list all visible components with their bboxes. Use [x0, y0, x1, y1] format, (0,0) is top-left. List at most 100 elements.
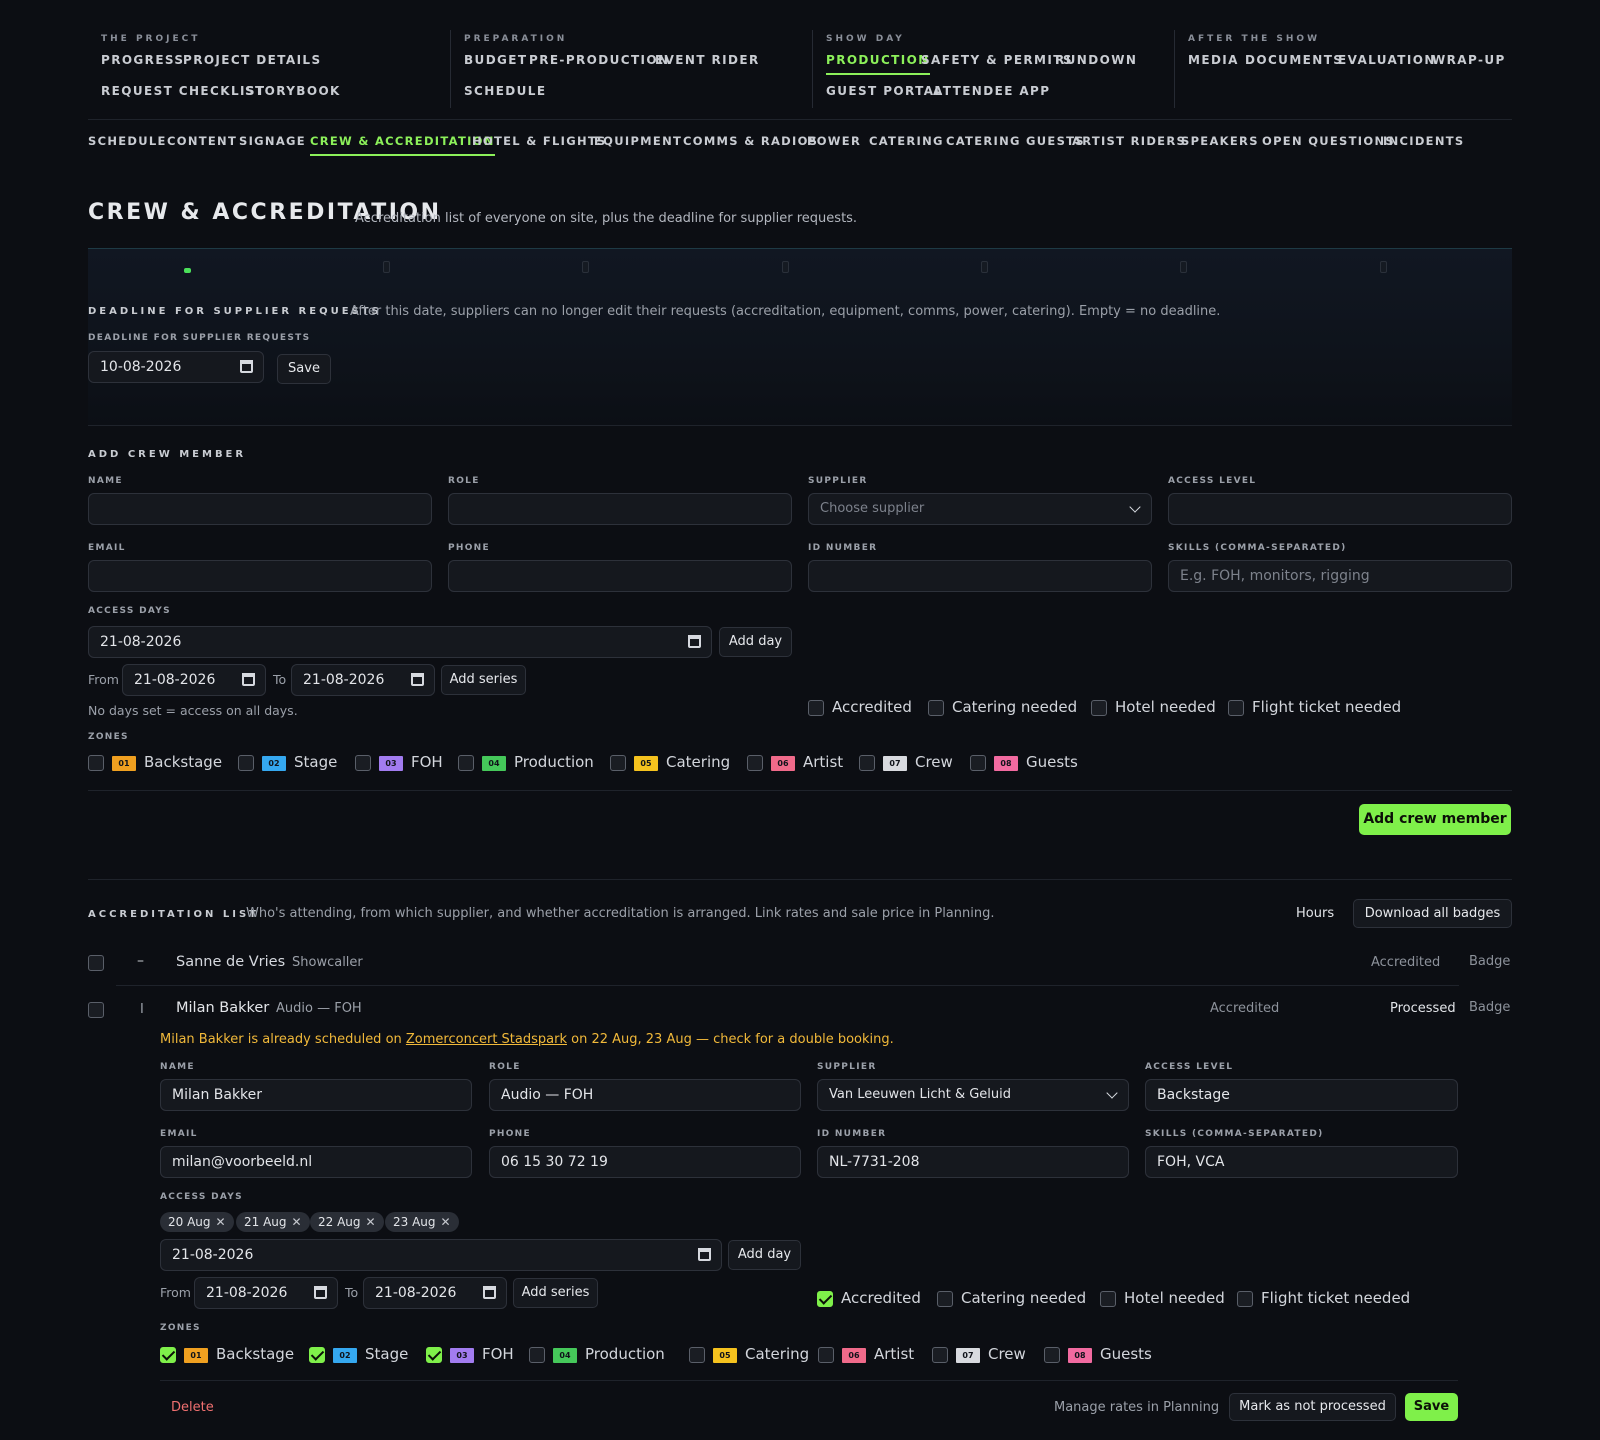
- zone-checkbox-artist[interactable]: [818, 1347, 834, 1363]
- zone-checkbox-backstage[interactable]: [88, 755, 104, 771]
- nav-evaluation[interactable]: EVALUATION: [1338, 53, 1436, 67]
- calendar-icon[interactable]: [314, 1286, 327, 1299]
- zone-checkbox-artist[interactable]: [747, 755, 763, 771]
- zone-checkbox-crew[interactable]: [859, 755, 875, 771]
- remove-icon[interactable]: ✕: [366, 1215, 376, 1229]
- calendar-icon[interactable]: [411, 673, 424, 686]
- calendar-icon[interactable]: [242, 673, 255, 686]
- remove-icon[interactable]: ✕: [216, 1215, 226, 1229]
- edit-hotel-needed-checkbox[interactable]: [1100, 1291, 1116, 1307]
- remove-icon[interactable]: ✕: [292, 1215, 302, 1229]
- edit-supplier-select[interactable]: Van Leeuwen Licht & Geluid: [817, 1079, 1129, 1111]
- add-day-button[interactable]: Add day: [719, 627, 792, 657]
- calendar-icon[interactable]: [483, 1286, 496, 1299]
- tab-speakers[interactable]: SPEAKERS: [1181, 134, 1259, 148]
- zone-checkbox-guests[interactable]: [970, 755, 986, 771]
- catering-needed-checkbox[interactable]: [928, 700, 944, 716]
- supplier-select[interactable]: Choose supplier: [808, 493, 1152, 525]
- nav-project-details[interactable]: PROJECT DETAILS: [183, 53, 322, 67]
- edit-save-button[interactable]: Save: [1405, 1393, 1458, 1421]
- tab-power[interactable]: POWER: [807, 134, 861, 148]
- delete-button[interactable]: Delete: [171, 1400, 214, 1415]
- download-all-badges-button[interactable]: Download all badges: [1353, 899, 1512, 928]
- zone-checkbox-foh[interactable]: [426, 1347, 442, 1363]
- email-input[interactable]: [88, 560, 432, 592]
- access-day-chip[interactable]: 22 Aug ✕: [310, 1212, 384, 1232]
- zone-checkbox-stage[interactable]: [238, 755, 254, 771]
- zone-checkbox-production[interactable]: [458, 755, 474, 771]
- badge-link[interactable]: Badge: [1469, 1000, 1510, 1015]
- nav-budget[interactable]: BUDGET: [464, 53, 527, 67]
- nav-pre-production[interactable]: PRE-PRODUCTION: [529, 53, 669, 67]
- tab-content[interactable]: CONTENT: [167, 134, 237, 148]
- badge-link[interactable]: Badge: [1469, 954, 1510, 969]
- role-input[interactable]: [448, 493, 792, 525]
- tab-incidents[interactable]: INCIDENTS: [1383, 134, 1464, 148]
- edit-access-level-input[interactable]: Backstage: [1145, 1079, 1458, 1111]
- manage-rates-link[interactable]: Manage rates in Planning: [1054, 1400, 1219, 1415]
- calendar-icon[interactable]: [688, 635, 701, 648]
- zone-checkbox-backstage[interactable]: [160, 1347, 176, 1363]
- zone-checkbox-crew[interactable]: [932, 1347, 948, 1363]
- expand-icon[interactable]: I: [140, 1002, 144, 1017]
- zone-checkbox-production[interactable]: [529, 1347, 545, 1363]
- skills-input[interactable]: E.g. FOH, monitors, rigging: [1168, 560, 1512, 592]
- edit-series-to-input[interactable]: 21-08-2026: [363, 1277, 507, 1309]
- id-number-input[interactable]: [808, 560, 1152, 592]
- accredited-checkbox[interactable]: [808, 700, 824, 716]
- hotel-needed-checkbox[interactable]: [1091, 700, 1107, 716]
- nav-event-rider[interactable]: EVENT RIDER: [655, 53, 760, 67]
- nav-safety-permits[interactable]: SAFETY & PERMITS: [921, 53, 1073, 67]
- tab-schedule[interactable]: SCHEDULE: [88, 134, 167, 148]
- edit-series-from-input[interactable]: 21-08-2026: [194, 1277, 338, 1309]
- row-select-checkbox[interactable]: [88, 955, 104, 971]
- tab-open-questions[interactable]: OPEN QUESTIONS: [1262, 134, 1395, 148]
- nav-guest-portal[interactable]: GUEST PORTAL: [826, 84, 943, 98]
- nav-progress[interactable]: PROGRESS: [101, 53, 184, 67]
- edit-email-input[interactable]: milan@voorbeeld.nl: [160, 1146, 472, 1178]
- nav-production[interactable]: PRODUCTION: [826, 53, 930, 75]
- tab-hotel-flights[interactable]: HOTEL & FLIGHTS: [472, 134, 607, 148]
- edit-add-series-button[interactable]: Add series: [513, 1278, 598, 1308]
- tab-equipment[interactable]: EQUIPMENT: [594, 134, 682, 148]
- hours-link[interactable]: Hours: [1296, 906, 1334, 921]
- edit-catering-needed-checkbox[interactable]: [937, 1291, 953, 1307]
- remove-icon[interactable]: ✕: [441, 1215, 451, 1229]
- edit-role-input[interactable]: Audio — FOH: [489, 1079, 801, 1111]
- collapse-icon[interactable]: –: [137, 953, 144, 969]
- tab-artist-riders[interactable]: ARTIST RIDERS: [1072, 134, 1186, 148]
- edit-phone-input[interactable]: 06 15 30 72 19: [489, 1146, 801, 1178]
- access-level-input[interactable]: [1168, 493, 1512, 525]
- nav-media[interactable]: MEDIA: [1188, 53, 1239, 67]
- nav-request-checklist[interactable]: REQUEST CHECKLIST: [101, 84, 265, 98]
- flight-ticket-needed-checkbox[interactable]: [1228, 700, 1244, 716]
- nav-schedule[interactable]: SCHEDULE: [464, 84, 546, 98]
- mark-not-processed-button[interactable]: Mark as not processed: [1229, 1393, 1396, 1421]
- nav-wrap-up[interactable]: WRAP-UP: [1432, 53, 1506, 67]
- edit-add-day-button[interactable]: Add day: [728, 1240, 801, 1270]
- name-input[interactable]: [88, 493, 432, 525]
- tab-catering-guests[interactable]: CATERING GUESTS: [946, 134, 1085, 148]
- zone-checkbox-foh[interactable]: [355, 755, 371, 771]
- access-day-input[interactable]: 21-08-2026: [88, 626, 712, 658]
- zone-checkbox-catering[interactable]: [610, 755, 626, 771]
- add-series-button[interactable]: Add series: [441, 665, 526, 695]
- edit-name-input[interactable]: Milan Bakker: [160, 1079, 472, 1111]
- access-day-chip[interactable]: 20 Aug ✕: [160, 1212, 234, 1232]
- series-to-input[interactable]: 21-08-2026: [291, 664, 435, 696]
- tab-signage[interactable]: SIGNAGE: [239, 134, 306, 148]
- add-crew-member-button[interactable]: Add crew member: [1359, 804, 1511, 835]
- calendar-icon[interactable]: [698, 1248, 711, 1261]
- tab-catering[interactable]: CATERING: [869, 134, 944, 148]
- deadline-save-button[interactable]: Save: [277, 354, 331, 384]
- tab-crew-accreditation[interactable]: CREW & ACCREDITATION: [310, 134, 495, 156]
- deadline-date-input[interactable]: 10-08-2026: [88, 351, 264, 383]
- zone-checkbox-stage[interactable]: [309, 1347, 325, 1363]
- zone-checkbox-catering[interactable]: [689, 1347, 705, 1363]
- edit-access-day-input[interactable]: 21-08-2026: [160, 1239, 722, 1271]
- edit-flight-ticket-needed-checkbox[interactable]: [1237, 1291, 1253, 1307]
- nav-documents[interactable]: DOCUMENTS: [1245, 53, 1343, 67]
- edit-accredited-checkbox[interactable]: [817, 1291, 833, 1307]
- series-from-input[interactable]: 21-08-2026: [122, 664, 266, 696]
- access-day-chip[interactable]: 23 Aug ✕: [385, 1212, 459, 1232]
